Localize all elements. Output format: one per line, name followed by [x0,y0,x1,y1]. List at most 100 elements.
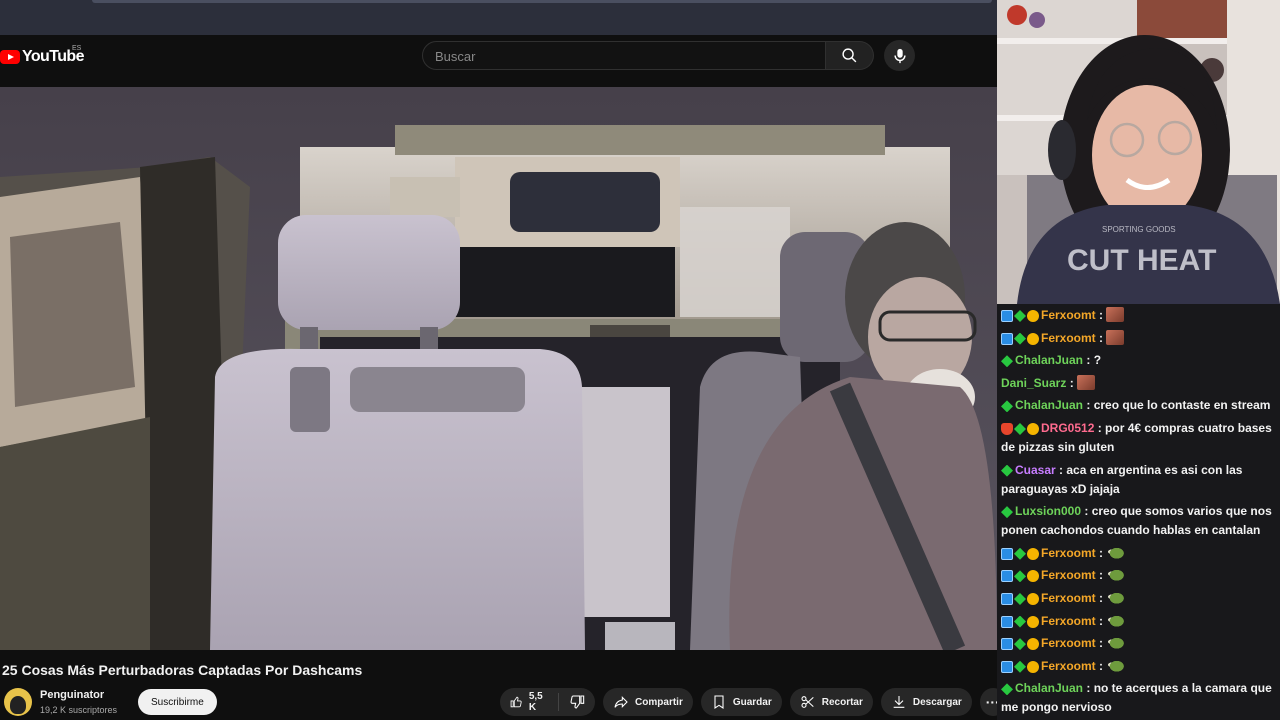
video-player[interactable] [0,87,997,650]
thumbs-up-icon [510,696,522,708]
prime-badge-icon[interactable] [1001,615,1013,628]
chat-username[interactable]: Ferxoomt [1041,568,1096,582]
chat-username[interactable]: Ferxoomt [1041,636,1096,650]
more-actions-button[interactable]: ··· [979,688,997,716]
chat-badges [1001,464,1013,477]
prime-badge-icon[interactable] [1001,570,1013,583]
coin-badge-icon[interactable] [1027,422,1039,435]
coin-badge-icon[interactable] [1027,660,1039,673]
coin-badge-icon[interactable] [1027,570,1039,583]
subscribe-button[interactable]: Suscribirme [138,689,217,715]
kiss-emote-icon[interactable] [1077,374,1096,390]
download-label: Descargar [912,696,962,708]
gem-badge-icon[interactable] [1001,400,1013,413]
like-button[interactable]: 5,5 K [500,691,560,713]
chat-username[interactable]: Ferxoomt [1041,331,1096,345]
youtube-masthead: YouTube ES Buscar [0,35,997,87]
chat-separator: : [1066,375,1078,390]
chat-username[interactable]: Ferxoomt [1041,659,1096,673]
dislike-button[interactable] [559,694,595,710]
region-code: ES [72,45,82,52]
download-button[interactable]: Descargar [880,688,972,716]
chat-username[interactable]: ChalanJuan [1015,398,1083,412]
coin-badge-icon[interactable] [1027,547,1039,560]
chat-message: Ferxoomt : [1001,566,1280,585]
chat-separator: : [1095,590,1107,605]
gem-badge-icon[interactable] [1001,683,1013,696]
chat-message: ChalanJuan : no te acerques a la camara … [1001,679,1280,717]
prime-badge-icon[interactable] [1001,660,1013,673]
chat-separator: : [1095,308,1107,322]
prime-badge-icon[interactable] [1001,592,1013,605]
like-count: 5,5 K [528,691,543,713]
coin-badge-icon[interactable] [1027,592,1039,605]
webcam-image: CUT HEAT SPORTING GOODS [997,0,1280,304]
chat-username[interactable]: Luxsion000 [1015,504,1081,518]
chat-badges [1001,570,1039,583]
coin-badge-icon[interactable] [1027,615,1039,628]
prime-badge-icon[interactable] [1001,638,1013,651]
gem-badge-icon[interactable] [1001,355,1013,368]
chat-separator: : [1095,568,1107,583]
chat-username[interactable]: Ferxoomt [1041,591,1096,605]
gem-badge-icon[interactable] [1014,310,1026,322]
chat-badges [1001,310,1039,322]
prime-badge-icon[interactable] [1001,547,1013,560]
chat-username[interactable]: ChalanJuan [1015,681,1083,695]
shield-badge-icon[interactable] [1001,422,1013,435]
chat-username[interactable]: Cuasar [1015,463,1056,477]
share-button[interactable]: Compartir [603,688,693,716]
gem-badge-icon[interactable] [1001,464,1013,477]
gem-badge-icon[interactable] [1014,422,1026,435]
chat-badges [1001,592,1039,605]
gem-badge-icon[interactable] [1014,592,1026,605]
gem-badge-icon[interactable] [1001,506,1013,519]
gem-badge-icon[interactable] [1014,660,1026,673]
coin-badge-icon[interactable] [1027,638,1039,651]
video-actions: 5,5 K Compartir Guardar Recortar Descarg… [500,688,997,716]
webcam-feed: CUT HEAT SPORTING GOODS [997,0,1280,304]
save-button[interactable]: Guardar [700,688,782,716]
channel-avatar[interactable] [4,688,32,716]
chat-username[interactable]: Dani_Suarz [1001,376,1066,390]
channel-name[interactable]: Penguinator [40,689,104,701]
chat-message: Dani_Suarz : [1001,374,1280,393]
gem-badge-icon[interactable] [1014,332,1026,345]
chat-message: Ferxoomt : [1001,306,1280,325]
chat-badges [1001,506,1013,519]
search-input[interactable]: Buscar [422,41,826,70]
gem-badge-icon[interactable] [1014,638,1026,651]
frog-emote-icon[interactable] [1106,635,1125,651]
chat-message: Ferxoomt : [1001,544,1280,563]
video-owner-bar: Penguinator 19,2 K suscriptores Suscribi… [0,686,997,720]
gem-badge-icon[interactable] [1014,547,1026,560]
youtube-logo[interactable]: YouTube ES [0,45,84,67]
chat-username[interactable]: Ferxoomt [1041,308,1096,322]
frog-emote-icon[interactable] [1106,589,1125,605]
coin-badge-icon[interactable] [1027,310,1039,322]
chat-separator: : [1083,353,1094,368]
frog-emote-icon[interactable] [1106,544,1125,560]
frog-emote-icon[interactable] [1106,657,1125,673]
chat-username[interactable]: Ferxoomt [1041,614,1096,628]
chat-username[interactable]: Ferxoomt [1041,546,1096,560]
chat-message-list: Ferxoomt : Ferxoomt : ChalanJuan : ? Dani… [1001,306,1280,717]
clip-button[interactable]: Recortar [789,688,873,716]
chat-badges [1001,400,1013,413]
coin-badge-icon[interactable] [1027,332,1039,345]
svg-text:CUT HEAT: CUT HEAT [1067,244,1216,277]
kiss-emote-icon[interactable] [1106,329,1125,345]
voice-search-button[interactable] [884,40,915,71]
frog-emote-icon[interactable] [1106,612,1125,628]
chat-username[interactable]: DRG0512 [1041,421,1094,435]
chat-separator: : [1095,545,1107,560]
chat-username[interactable]: ChalanJuan [1015,353,1083,367]
chat-message: Ferxoomt : [1001,589,1280,608]
frog-emote-icon[interactable] [1106,567,1125,583]
prime-badge-icon[interactable] [1001,310,1013,322]
gem-badge-icon[interactable] [1014,615,1026,628]
gem-badge-icon[interactable] [1014,570,1026,583]
prime-badge-icon[interactable] [1001,332,1013,345]
kiss-emote-icon[interactable] [1106,307,1125,322]
search-button[interactable] [826,41,874,70]
